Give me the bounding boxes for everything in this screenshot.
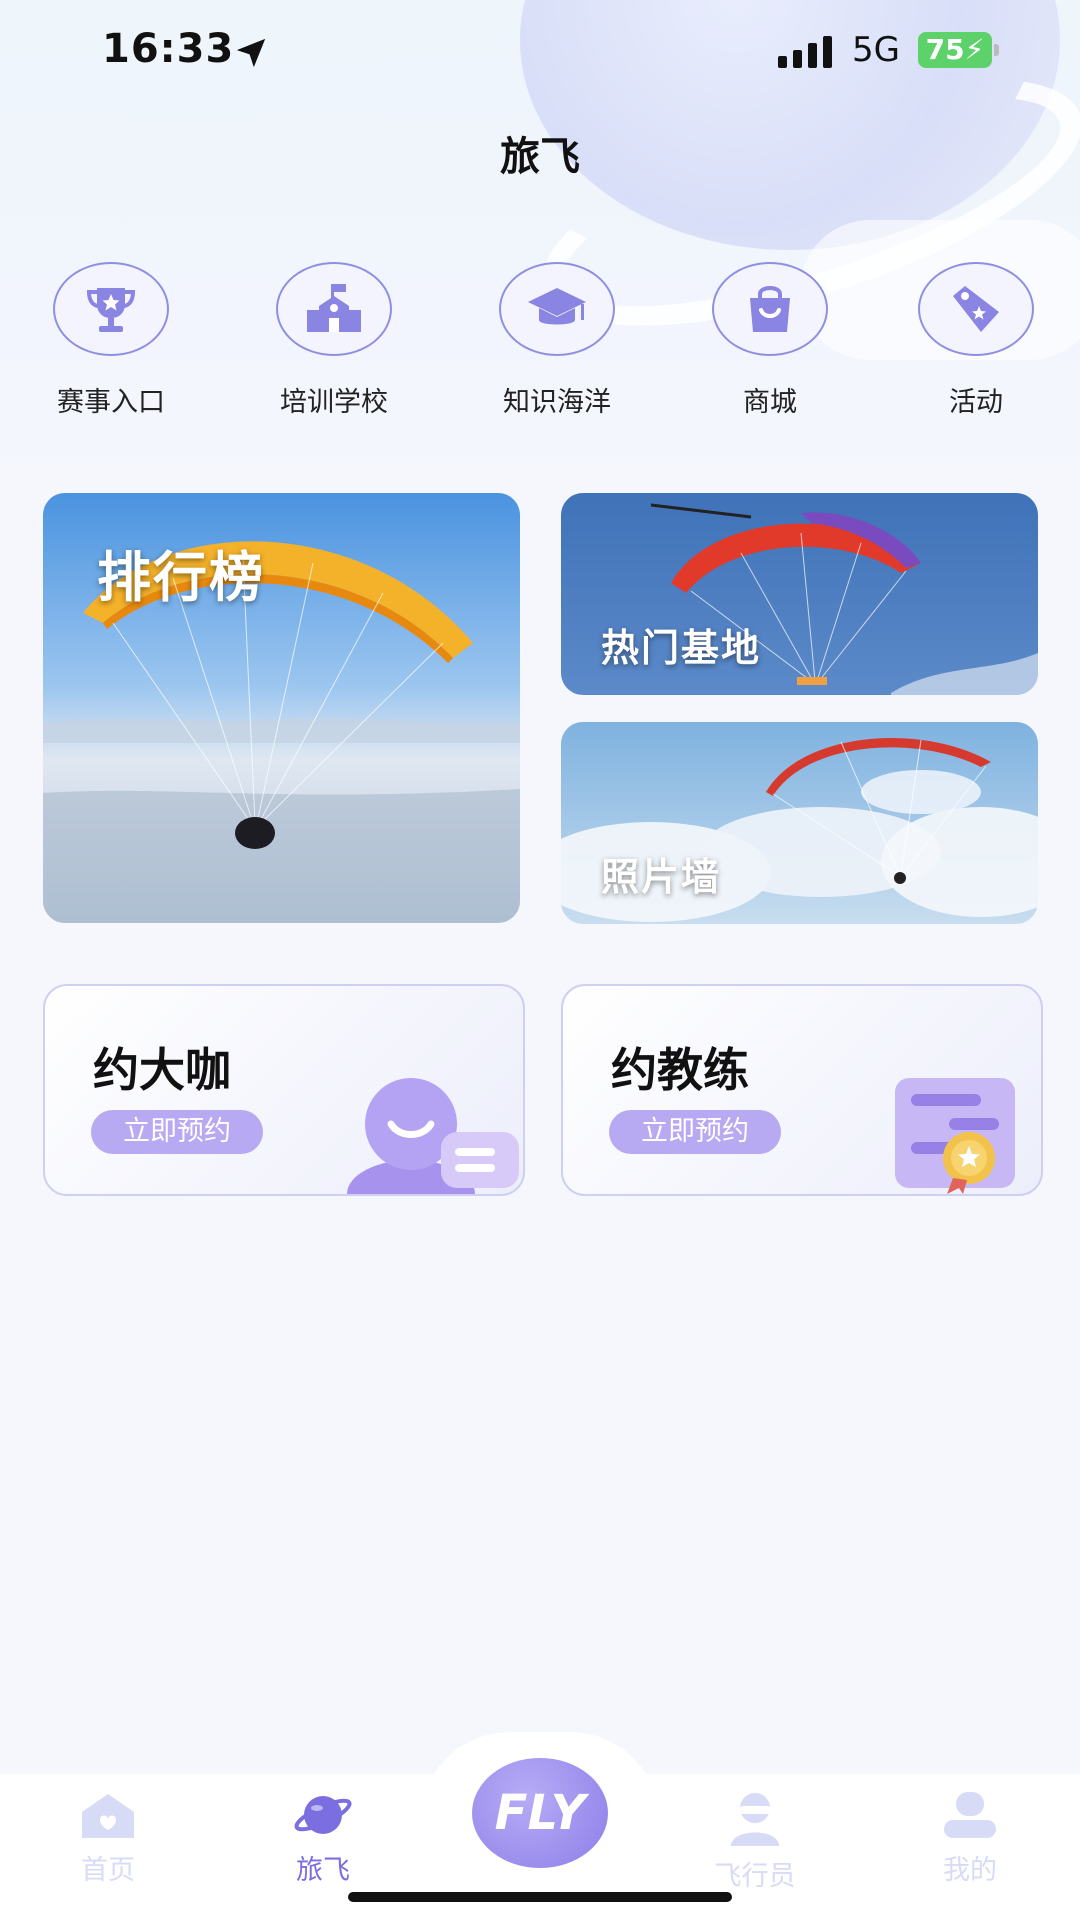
entry-label: 培训学校	[280, 387, 388, 418]
fly-center-button[interactable]: FLY	[472, 1758, 608, 1868]
card-title: 约大咖	[93, 1043, 231, 1097]
chat-person-icon	[347, 1078, 519, 1194]
pilot-icon	[731, 1793, 779, 1846]
battery-tip	[994, 44, 999, 56]
book-coach-card[interactable]: 约教练 立即预约	[561, 984, 1043, 1196]
shopping-bag-icon	[750, 286, 790, 332]
tab-home[interactable]: 首页	[33, 1790, 183, 1887]
entry-activity[interactable]: 活动	[891, 262, 1061, 419]
page-title: 旅飞	[500, 134, 580, 180]
book-now-button[interactable]: 立即预约	[91, 1110, 263, 1154]
graduation-cap-icon	[528, 288, 586, 325]
book-now-button[interactable]: 立即预约	[609, 1110, 781, 1154]
ranking-tile[interactable]: 排行榜	[43, 493, 520, 923]
entry-knowledge[interactable]: 知识海洋	[472, 262, 642, 419]
hot-bases-tile[interactable]: 热门基地	[561, 493, 1038, 695]
school-icon	[307, 284, 361, 332]
tab-mine[interactable]: 我的	[895, 1790, 1045, 1887]
tab-label: 飞行员	[714, 1861, 796, 1892]
home-icon	[82, 1794, 134, 1838]
entry-icon-circle	[276, 262, 392, 356]
tab-label: 首页	[81, 1855, 135, 1886]
ranking-label: 排行榜	[97, 546, 265, 609]
status-bar: 16:33 5G 75⚡	[0, 0, 1080, 100]
hot-bases-label: 热门基地	[601, 626, 762, 670]
tag-icon	[953, 286, 999, 332]
entry-icon-circle	[53, 262, 169, 356]
photo-wall-label: 照片墙	[601, 855, 722, 899]
entry-competition[interactable]: 赛事入口	[26, 262, 196, 419]
trophy-icon	[86, 288, 136, 332]
entry-label: 知识海洋	[503, 387, 611, 418]
tab-travel-fly[interactable]: 旅飞	[248, 1790, 398, 1887]
tab-pilot[interactable]: 飞行员	[680, 1790, 830, 1893]
battery-indicator: 75⚡	[918, 32, 992, 68]
signal-icon	[778, 36, 832, 68]
entry-icon-circle	[499, 262, 615, 356]
quick-entry-row: 赛事入口 培训学校 知识海洋 商城 活动	[0, 262, 1080, 432]
status-time: 16:33	[102, 26, 235, 72]
fly-logo: FLY	[494, 1785, 586, 1841]
entry-icon-circle	[712, 262, 828, 356]
entry-label: 活动	[949, 387, 1003, 418]
certificate-icon	[895, 1078, 1015, 1194]
planet-icon	[294, 1796, 352, 1834]
network-type: 5G	[852, 30, 900, 70]
entry-label: 赛事入口	[57, 387, 165, 418]
home-indicator	[348, 1892, 732, 1902]
entry-icon-circle	[918, 262, 1034, 356]
entry-shop[interactable]: 商城	[685, 262, 855, 419]
entry-training-school[interactable]: 培训学校	[249, 262, 419, 419]
photo-wall-tile[interactable]: 照片墙	[561, 722, 1038, 924]
battery-level: 75	[925, 33, 965, 66]
location-arrow-icon	[236, 38, 266, 68]
book-expert-card[interactable]: 约大咖 立即预约	[43, 984, 525, 1196]
card-title: 约教练	[611, 1043, 749, 1097]
user-icon	[944, 1792, 996, 1838]
tab-label: 旅飞	[296, 1855, 350, 1886]
tab-label: 我的	[943, 1855, 997, 1886]
entry-label: 商城	[743, 387, 797, 418]
